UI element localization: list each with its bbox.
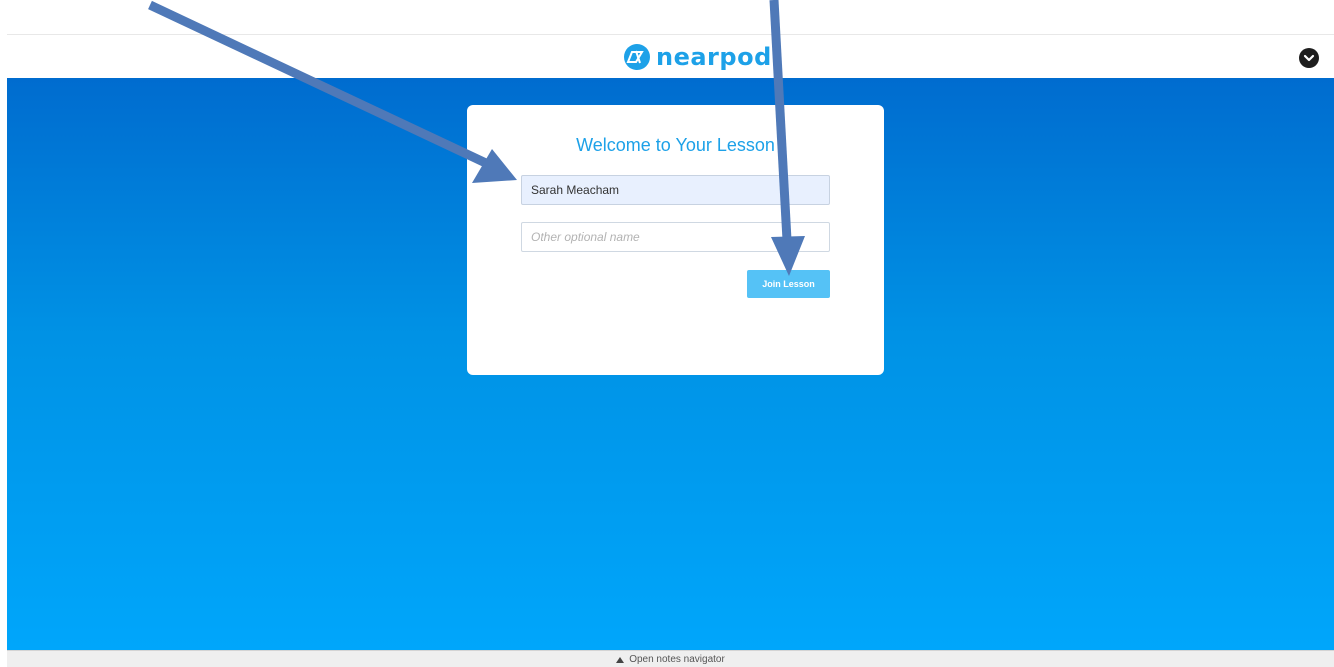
lesson-background: Welcome to Your Lesson Join Lesson <box>7 78 1334 650</box>
join-lesson-button[interactable]: Join Lesson <box>747 270 830 298</box>
logo-wordmark: nearpod <box>656 43 772 71</box>
chevron-down-circle-icon[interactable] <box>1299 48 1319 68</box>
join-lesson-card: Welcome to Your Lesson Join Lesson <box>467 105 884 375</box>
student-name-input[interactable] <box>521 175 830 205</box>
triangle-up-icon <box>616 656 625 663</box>
nearpod-logo: nearpod <box>624 42 772 72</box>
top-bar: nearpod <box>7 34 1334 79</box>
other-name-input[interactable] <box>521 222 830 252</box>
notes-navigator-toggle[interactable]: Open notes navigator <box>7 650 1334 667</box>
page: nearpod Welcome to Your Lesson Join Less… <box>0 0 1334 667</box>
card-title: Welcome to Your Lesson <box>576 135 775 155</box>
nearpod-logo-icon <box>624 44 650 70</box>
notes-navigator-label: Open notes navigator <box>629 654 725 665</box>
